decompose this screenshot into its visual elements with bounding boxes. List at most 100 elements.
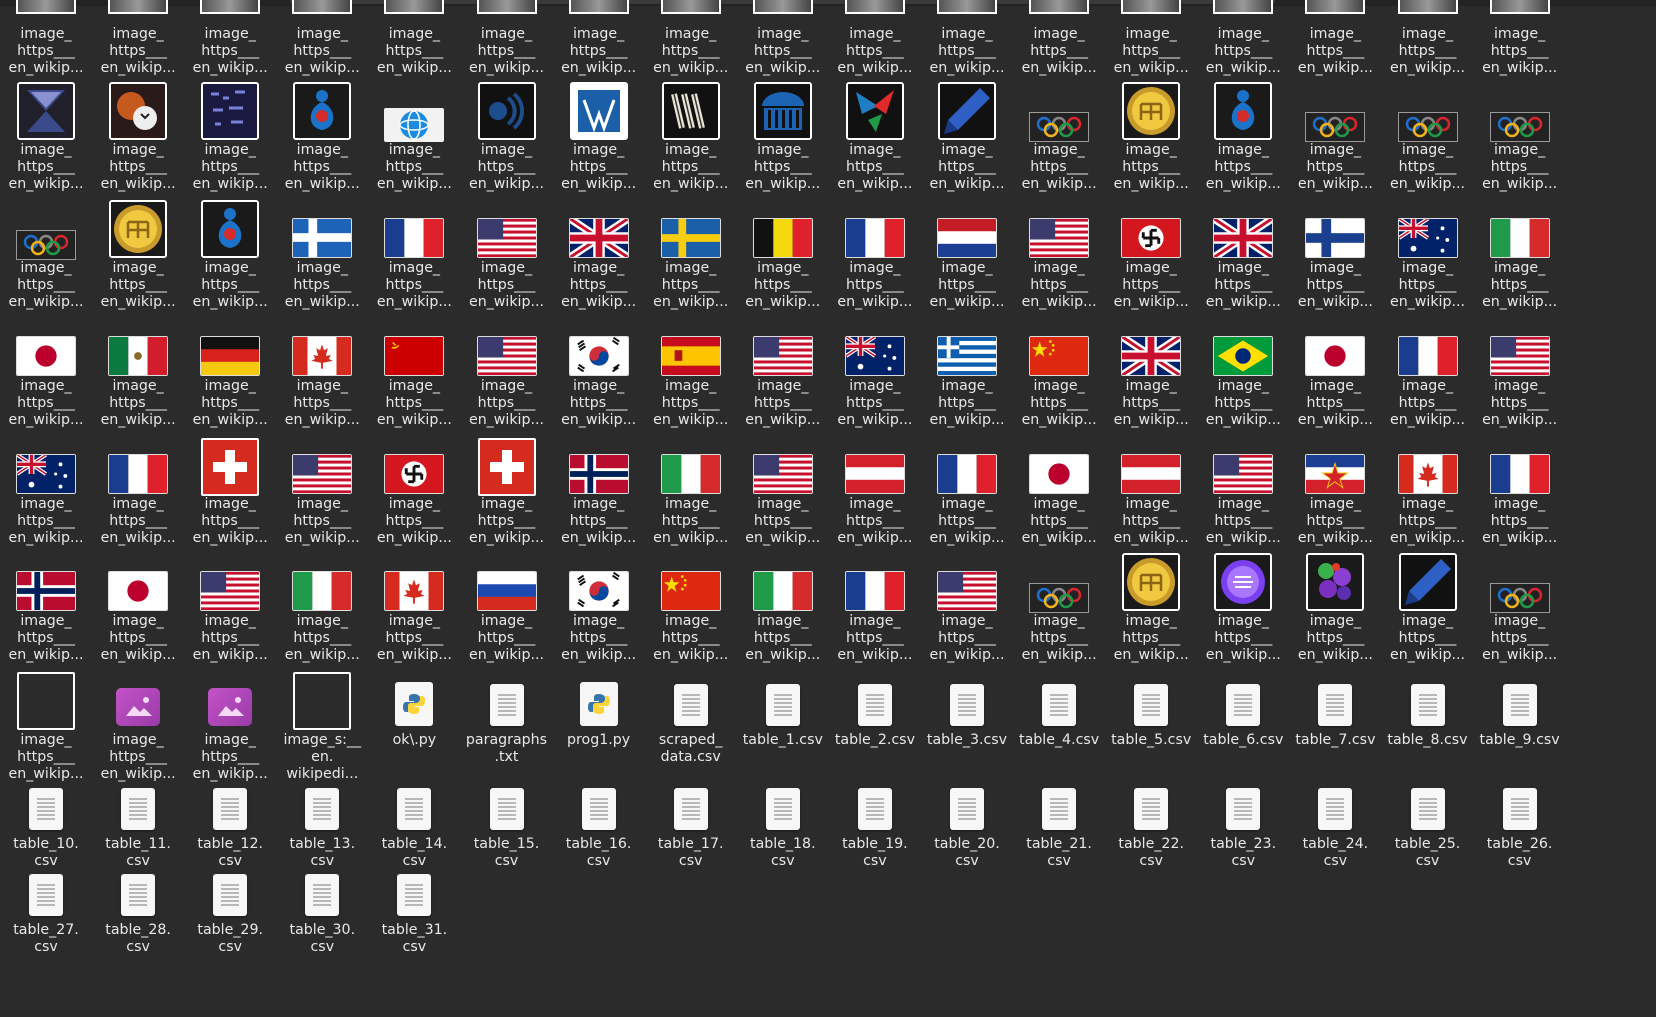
- file-item[interactable]: image_ https___ en_wikip...: [1012, 0, 1106, 76]
- file-item[interactable]: image_ https___ en_wikip...: [736, 0, 830, 76]
- file-item[interactable]: table_5.csv: [1104, 668, 1198, 778]
- file-item[interactable]: image_ https___ en_wikip...: [91, 432, 185, 546]
- file-item[interactable]: image_ https___ en_wikip...: [828, 549, 922, 663]
- file-item[interactable]: image_ https___ en_wikip...: [1196, 314, 1290, 428]
- file-item[interactable]: image_ https___ en_wikip...: [91, 196, 185, 310]
- file-item[interactable]: table_16. csv: [552, 772, 646, 882]
- file-item[interactable]: image_ https___ en_wikip...: [736, 196, 830, 310]
- file-item[interactable]: image_ https___ en_wikip...: [1381, 78, 1475, 192]
- file-item[interactable]: image_ https___ en_wikip...: [828, 432, 922, 546]
- file-item[interactable]: prog1.py: [552, 668, 646, 778]
- file-item[interactable]: table_2.csv: [828, 668, 922, 778]
- file-item[interactable]: image_ https___ en_wikip...: [644, 196, 738, 310]
- file-item[interactable]: image_ https___ en_wikip...: [1288, 0, 1382, 76]
- file-item[interactable]: image_ https___ en_wikip...: [460, 78, 554, 192]
- file-item[interactable]: image_ https___ en_wikip...: [552, 314, 646, 428]
- file-item[interactable]: image_ https___ en_wikip...: [1473, 314, 1567, 428]
- file-item[interactable]: image_ https___ en_wikip...: [91, 668, 185, 782]
- file-item[interactable]: image_ https___ en_wikip...: [1473, 78, 1567, 192]
- file-item[interactable]: scraped_ data.csv: [644, 668, 738, 778]
- file-item[interactable]: image_ https___ en_wikip...: [0, 668, 93, 782]
- file-item[interactable]: ok\.py: [367, 668, 461, 778]
- file-item[interactable]: image_ https___ en_wikip...: [367, 549, 461, 663]
- file-item[interactable]: image_ https___ en_wikip...: [460, 549, 554, 663]
- file-item[interactable]: image_ https___ en_wikip...: [275, 0, 369, 76]
- file-item[interactable]: table_24. csv: [1288, 772, 1382, 882]
- file-item[interactable]: image_s:__ en. wikipedi...: [275, 668, 369, 782]
- file-item[interactable]: table_9.csv: [1473, 668, 1567, 778]
- file-item[interactable]: image_ https___ en_wikip...: [0, 549, 93, 663]
- file-item[interactable]: image_ https___ en_wikip...: [920, 432, 1014, 546]
- file-item[interactable]: image_ https___ en_wikip...: [1012, 549, 1106, 663]
- file-item[interactable]: image_ https___ en_wikip...: [367, 196, 461, 310]
- file-item[interactable]: image_ https___ en_wikip...: [1196, 196, 1290, 310]
- file-item[interactable]: image_ https___ en_wikip...: [0, 78, 93, 192]
- file-item[interactable]: table_31. csv: [367, 858, 461, 968]
- file-item[interactable]: image_ https___ en_wikip...: [1104, 196, 1198, 310]
- file-item[interactable]: table_3.csv: [920, 668, 1014, 778]
- file-item[interactable]: table_4.csv: [1012, 668, 1106, 778]
- file-item[interactable]: image_ https___ en_wikip...: [1381, 549, 1475, 663]
- file-item[interactable]: image_ https___ en_wikip...: [644, 314, 738, 428]
- file-item[interactable]: image_ https___ en_wikip...: [1288, 432, 1382, 546]
- file-item[interactable]: image_ https___ en_wikip...: [1288, 78, 1382, 192]
- file-item[interactable]: image_ https___ en_wikip...: [275, 314, 369, 428]
- file-item[interactable]: image_ https___ en_wikip...: [552, 78, 646, 192]
- file-item[interactable]: image_ https___ en_wikip...: [1473, 196, 1567, 310]
- file-item[interactable]: image_ https___ en_wikip...: [460, 196, 554, 310]
- file-item[interactable]: table_15. csv: [460, 772, 554, 882]
- file-item[interactable]: table_26. csv: [1473, 772, 1567, 882]
- file-item[interactable]: image_ https___ en_wikip...: [1012, 78, 1106, 192]
- file-item[interactable]: image_ https___ en_wikip...: [460, 432, 554, 546]
- file-item[interactable]: image_ https___ en_wikip...: [1104, 0, 1198, 76]
- file-item[interactable]: image_ https___ en_wikip...: [736, 78, 830, 192]
- file-item[interactable]: image_ https___ en_wikip...: [367, 78, 461, 192]
- file-item[interactable]: table_21. csv: [1012, 772, 1106, 882]
- file-item[interactable]: image_ https___ en_wikip...: [1381, 0, 1475, 76]
- file-item[interactable]: table_20. csv: [920, 772, 1014, 882]
- file-item[interactable]: image_ https___ en_wikip...: [1196, 549, 1290, 663]
- file-item[interactable]: image_ https___ en_wikip...: [275, 196, 369, 310]
- file-item[interactable]: image_ https___ en_wikip...: [828, 196, 922, 310]
- file-item[interactable]: image_ https___ en_wikip...: [1012, 314, 1106, 428]
- file-item[interactable]: image_ https___ en_wikip...: [275, 432, 369, 546]
- file-item[interactable]: image_ https___ en_wikip...: [183, 549, 277, 663]
- file-item[interactable]: image_ https___ en_wikip...: [1012, 196, 1106, 310]
- file-item[interactable]: image_ https___ en_wikip...: [552, 0, 646, 76]
- file-item[interactable]: table_19. csv: [828, 772, 922, 882]
- file-item[interactable]: table_22. csv: [1104, 772, 1198, 882]
- file-item[interactable]: image_ https___ en_wikip...: [1381, 432, 1475, 546]
- file-item[interactable]: image_ https___ en_wikip...: [0, 196, 93, 310]
- file-item[interactable]: image_ https___ en_wikip...: [1196, 78, 1290, 192]
- file-item[interactable]: image_ https___ en_wikip...: [1288, 549, 1382, 663]
- file-item[interactable]: table_18. csv: [736, 772, 830, 882]
- file-item[interactable]: image_ https___ en_wikip...: [1288, 196, 1382, 310]
- file-item[interactable]: table_28. csv: [91, 858, 185, 968]
- file-item[interactable]: image_ https___ en_wikip...: [91, 314, 185, 428]
- file-item[interactable]: image_ https___ en_wikip...: [275, 78, 369, 192]
- file-item[interactable]: image_ https___ en_wikip...: [644, 78, 738, 192]
- file-item[interactable]: table_25. csv: [1381, 772, 1475, 882]
- file-item[interactable]: table_6.csv: [1196, 668, 1290, 778]
- file-item[interactable]: image_ https___ en_wikip...: [1381, 314, 1475, 428]
- file-item[interactable]: table_1.csv: [736, 668, 830, 778]
- file-item[interactable]: table_29. csv: [183, 858, 277, 968]
- file-item[interactable]: image_ https___ en_wikip...: [644, 432, 738, 546]
- file-item[interactable]: image_ https___ en_wikip...: [920, 549, 1014, 663]
- file-item[interactable]: image_ https___ en_wikip...: [367, 314, 461, 428]
- file-item[interactable]: table_27. csv: [0, 858, 93, 968]
- file-item[interactable]: image_ https___ en_wikip...: [367, 0, 461, 76]
- file-item[interactable]: image_ https___ en_wikip...: [828, 78, 922, 192]
- file-item[interactable]: table_30. csv: [275, 858, 369, 968]
- file-item[interactable]: image_ https___ en_wikip...: [460, 314, 554, 428]
- file-item[interactable]: image_ https___ en_wikip...: [0, 432, 93, 546]
- file-item[interactable]: image_ https___ en_wikip...: [1196, 432, 1290, 546]
- file-item[interactable]: image_ https___ en_wikip...: [367, 432, 461, 546]
- file-item[interactable]: image_ https___ en_wikip...: [183, 196, 277, 310]
- file-item[interactable]: image_ https___ en_wikip...: [183, 78, 277, 192]
- file-item[interactable]: image_ https___ en_wikip...: [0, 314, 93, 428]
- file-item[interactable]: image_ https___ en_wikip...: [460, 0, 554, 76]
- file-item[interactable]: image_ https___ en_wikip...: [1196, 0, 1290, 76]
- file-item[interactable]: image_ https___ en_wikip...: [183, 314, 277, 428]
- file-item[interactable]: image_ https___ en_wikip...: [828, 314, 922, 428]
